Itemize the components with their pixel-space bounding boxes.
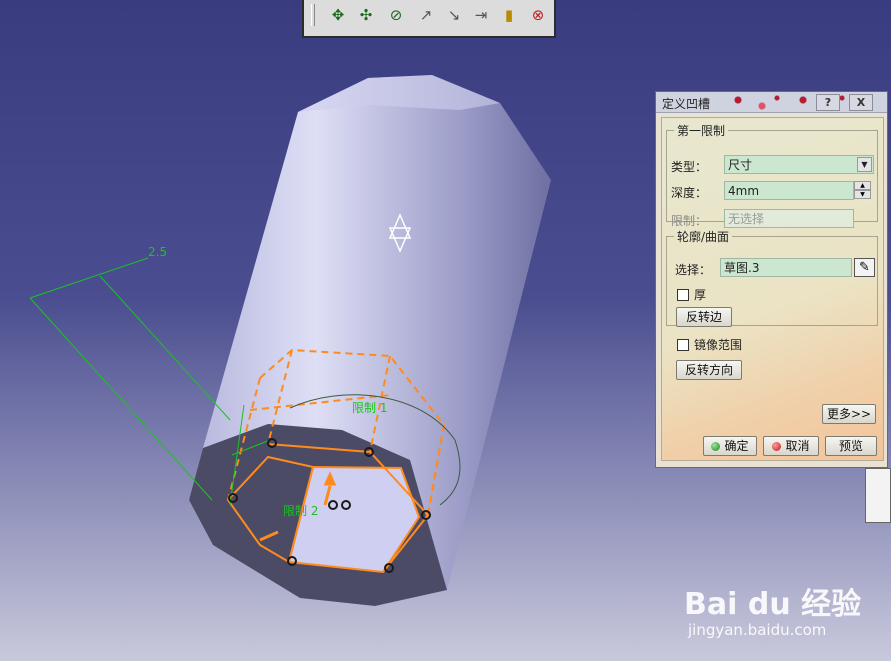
dialog-title: 定义凹槽 bbox=[662, 97, 711, 111]
preview-button[interactable]: 预览 bbox=[825, 436, 877, 456]
limit-value: 无选择 bbox=[728, 212, 765, 226]
blossom-decoration bbox=[726, 92, 786, 112]
profile-select-input[interactable]: 草图.3 bbox=[720, 258, 852, 277]
thick-label: 厚 bbox=[694, 288, 707, 302]
reverse-direction-button[interactable]: 反转方向 bbox=[676, 360, 742, 380]
dimension-icon[interactable]: ⇥ bbox=[469, 3, 493, 27]
cancel-icon bbox=[772, 442, 782, 451]
ok-icon bbox=[711, 442, 721, 451]
watermark-brand: Bai du 经验 bbox=[684, 587, 862, 622]
spin-up-icon[interactable]: ▲ bbox=[854, 181, 871, 190]
sketch-icon[interactable]: ✎ bbox=[854, 258, 875, 277]
limit-label: 限制： bbox=[671, 214, 708, 228]
toolbar-grip[interactable] bbox=[311, 4, 315, 26]
mirror-checkbox[interactable] bbox=[677, 339, 689, 351]
point-icon[interactable]: ↗ bbox=[414, 3, 438, 27]
sketch-constraint-icon[interactable]: ⊗ bbox=[526, 3, 550, 27]
limit-input: 无选择 bbox=[724, 209, 854, 228]
chevron-down-icon[interactable]: ▼ bbox=[857, 157, 872, 172]
limit-2-label[interactable]: 限制 2 bbox=[283, 504, 318, 518]
baidu-watermark: Bai du 经验 jingyan.baidu.com bbox=[684, 566, 884, 646]
cancel-button[interactable]: 取消 bbox=[763, 436, 819, 456]
reverse-side-button[interactable]: 反转边 bbox=[676, 307, 732, 327]
limit-1-label[interactable]: 限制 1 bbox=[352, 401, 387, 415]
rotate-icon[interactable]: ✣ bbox=[354, 3, 378, 27]
snap-icon[interactable]: ⊘ bbox=[384, 3, 408, 27]
move-icon[interactable]: ✥ bbox=[326, 3, 350, 27]
dialog-titlebar[interactable]: 定义凹槽 ? X bbox=[656, 92, 887, 113]
profile-legend: 轮廓/曲面 bbox=[677, 230, 730, 244]
ok-label: 确定 bbox=[724, 439, 749, 453]
dimension-value[interactable]: 2.5 bbox=[148, 245, 167, 259]
line-icon[interactable]: ↘ bbox=[442, 3, 466, 27]
dialog-body: 第一限制 类型： 尺寸 ▼ 深度： 4mm ▲ ▼ 限制： 无选择 轮廓/曲面 … bbox=[661, 117, 884, 461]
depth-label: 深度： bbox=[671, 186, 708, 200]
close-button[interactable]: X bbox=[849, 94, 873, 111]
help-button[interactable]: ? bbox=[816, 94, 840, 111]
profile-value: 草图.3 bbox=[724, 261, 760, 275]
background-window-fragment bbox=[865, 468, 891, 523]
ruler-icon[interactable]: ▮ bbox=[497, 3, 521, 27]
spin-down-icon[interactable]: ▼ bbox=[854, 190, 871, 199]
cancel-label: 取消 bbox=[785, 439, 810, 453]
depth-input[interactable]: 4mm bbox=[724, 181, 854, 200]
thick-checkbox[interactable] bbox=[677, 289, 689, 301]
define-pocket-dialog: 定义凹槽 ? X 第一限制 类型： 尺寸 ▼ 深度： 4mm ▲ ▼ 限制： 无… bbox=[655, 91, 888, 468]
first-limit-legend: 第一限制 bbox=[677, 124, 726, 138]
type-label: 类型： bbox=[671, 160, 708, 174]
more-button[interactable]: 更多>> bbox=[822, 404, 876, 424]
depth-value: 4mm bbox=[728, 184, 760, 198]
select-label: 选择： bbox=[675, 263, 712, 277]
type-dropdown[interactable]: 尺寸 ▼ bbox=[724, 155, 874, 174]
sketch-toolbar: ✥ ✣ ⊘ ↗ ↘ ⇥ ▮ ⊗ bbox=[302, 0, 556, 38]
ok-button[interactable]: 确定 bbox=[703, 436, 757, 456]
type-value: 尺寸 bbox=[728, 158, 753, 172]
watermark-url: jingyan.baidu.com bbox=[688, 621, 827, 639]
mirror-label: 镜像范围 bbox=[694, 338, 743, 352]
